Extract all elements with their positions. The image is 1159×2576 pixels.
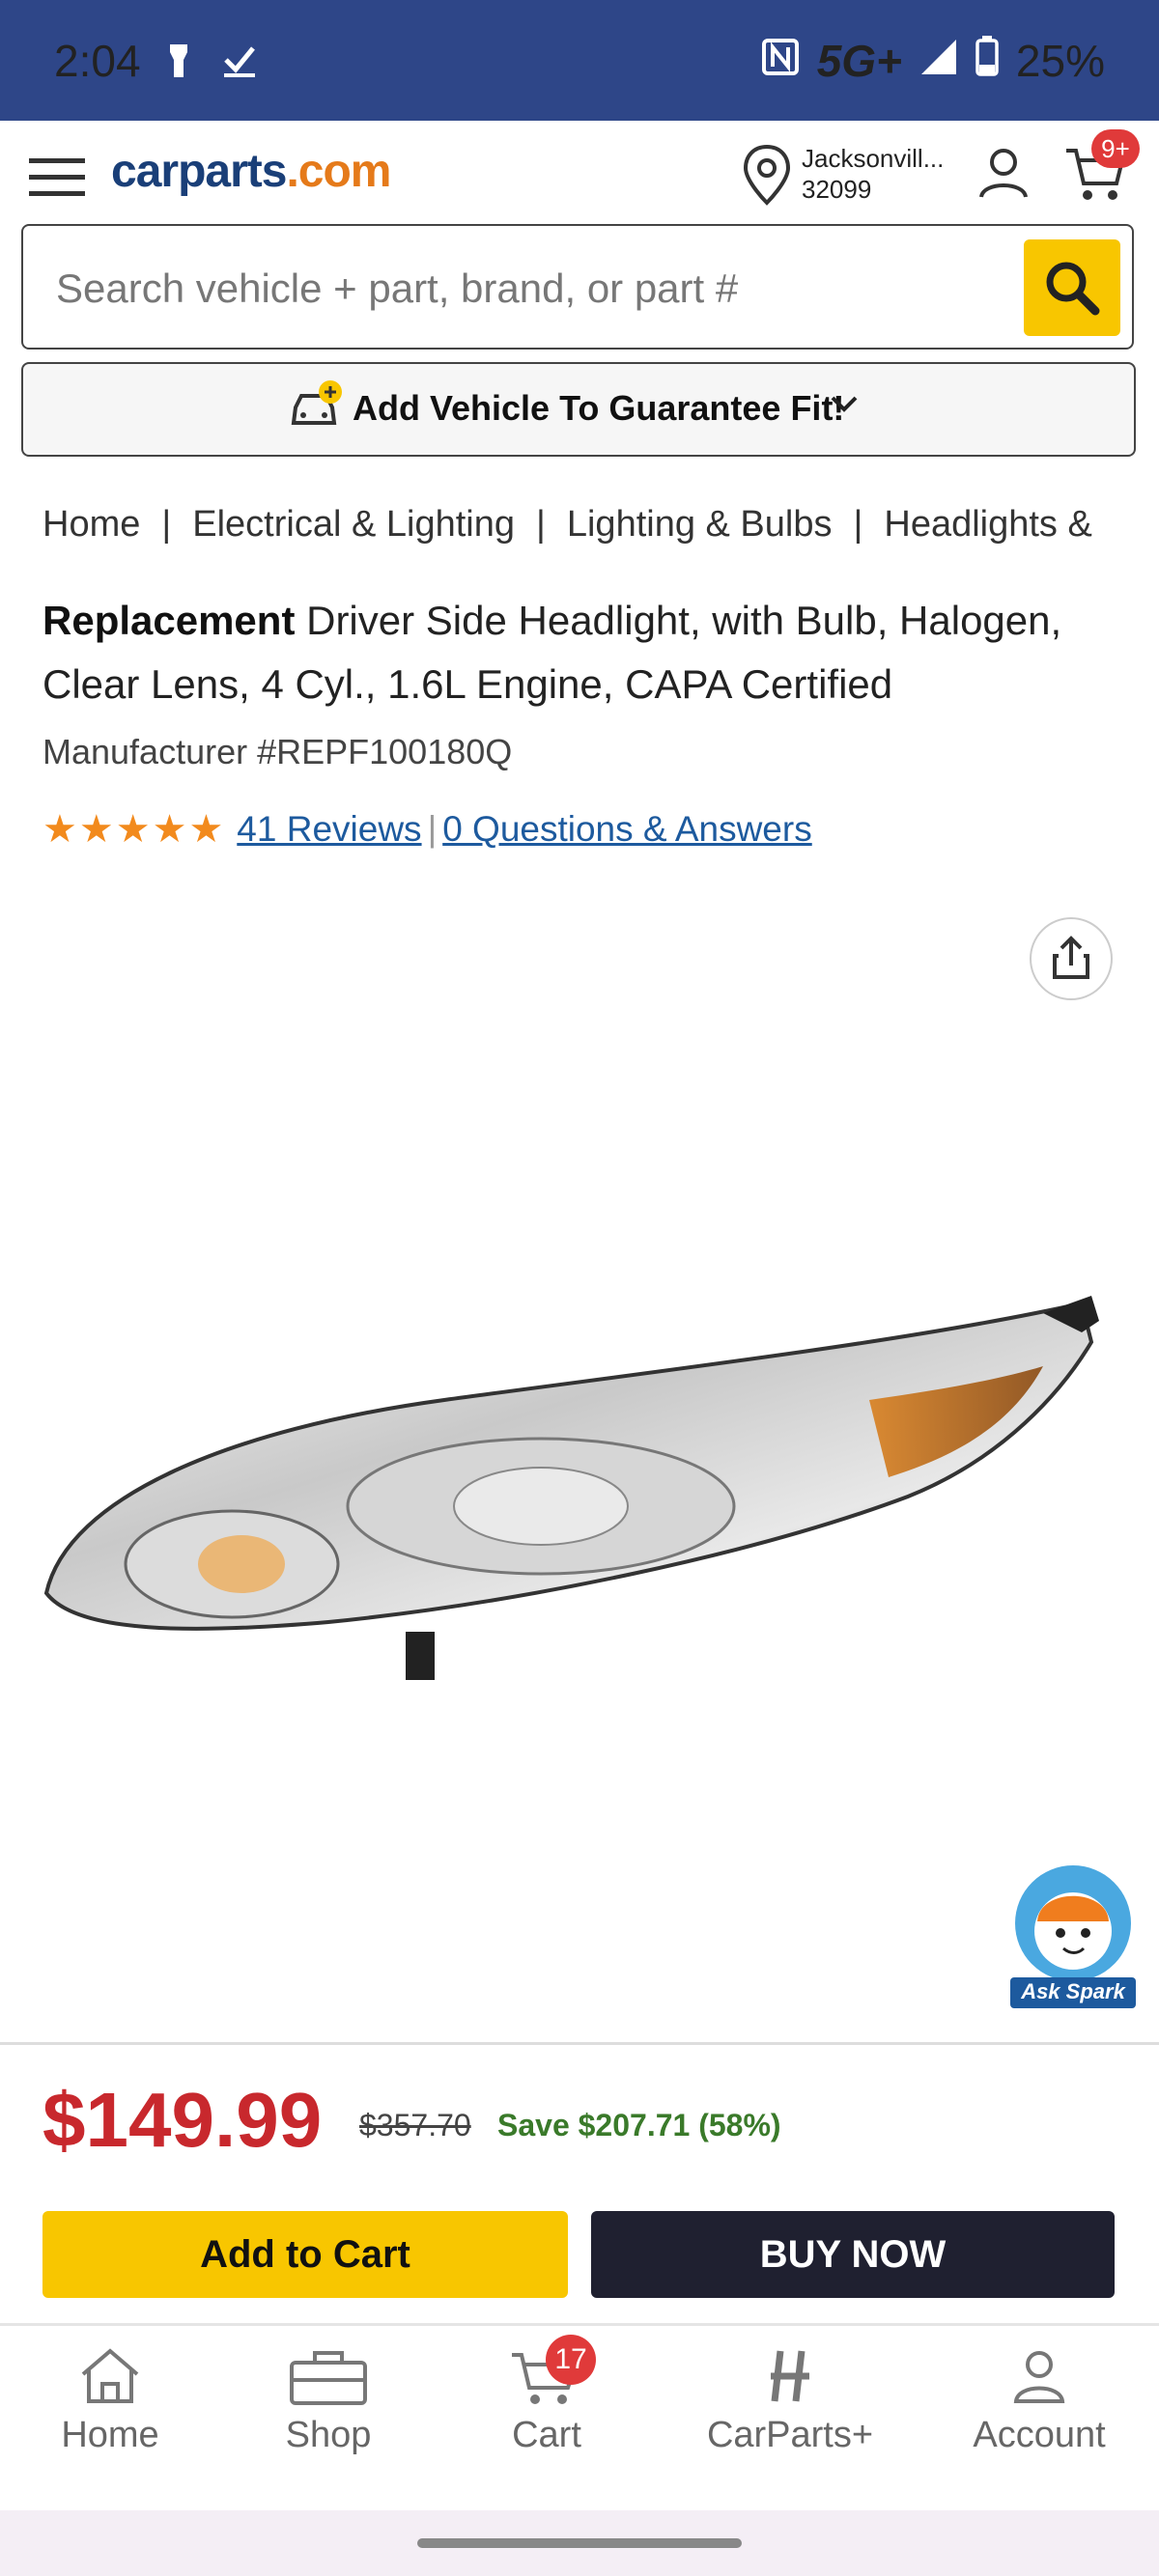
buy-now-button[interactable]: BUY NOW bbox=[591, 2211, 1115, 2298]
product-brand: Replacement bbox=[42, 598, 296, 643]
logo-suffix: .com bbox=[286, 146, 391, 197]
nav-account-label: Account bbox=[973, 2415, 1106, 2455]
gesture-handle[interactable] bbox=[417, 2538, 742, 2548]
nav-home[interactable]: Home bbox=[14, 2341, 207, 2486]
nav-cart-badge: 17 bbox=[546, 2335, 596, 2385]
reviews-separator: | bbox=[427, 809, 438, 849]
product-image[interactable] bbox=[39, 1274, 1111, 1748]
logo-main: carparts bbox=[111, 146, 287, 197]
network-type: 5G+ bbox=[816, 36, 902, 86]
ask-spark-button[interactable]: Ask Spark bbox=[1010, 1863, 1136, 2008]
nav-carparts-plus-label: CarParts+ bbox=[706, 2415, 874, 2455]
battery-icon bbox=[975, 35, 999, 87]
breadcrumb-lighting-bulbs[interactable]: Lighting & Bulbs bbox=[567, 504, 833, 545]
breadcrumb: Home | Electrical & Lighting | Lighting & Bu… bbox=[42, 504, 1092, 545]
reviews-row: ★★★★★ 41 Reviews | 0 Questions & Answers bbox=[42, 807, 812, 852]
location-pin-icon[interactable] bbox=[740, 143, 794, 211]
user-account-icon[interactable] bbox=[975, 145, 1032, 206]
nav-shop-label: Shop bbox=[285, 2415, 372, 2455]
breadcrumb-home[interactable]: Home bbox=[42, 504, 140, 545]
search-input[interactable] bbox=[54, 259, 1004, 319]
search-icon bbox=[1046, 262, 1100, 316]
product-title: Replacement Driver Side Headlight, with … bbox=[42, 589, 1124, 716]
hamburger-menu-icon[interactable] bbox=[27, 154, 89, 206]
sale-price: $149.99 bbox=[42, 2077, 323, 2163]
search-button[interactable] bbox=[1024, 239, 1120, 336]
vehicle-add-icon bbox=[290, 378, 346, 439]
nav-home-label: Home bbox=[61, 2415, 159, 2455]
chevron-down-icon bbox=[829, 394, 860, 420]
location-zip: 32099 bbox=[802, 175, 872, 204]
ask-spark-label: Ask Spark bbox=[1021, 1979, 1125, 2003]
nfc-icon bbox=[761, 35, 800, 87]
flashlight-icon bbox=[164, 42, 193, 84]
battery-percent: 25% bbox=[1015, 36, 1105, 86]
nav-carparts-plus[interactable]: CarParts+ bbox=[693, 2341, 887, 2486]
price-divider bbox=[0, 2042, 1159, 2045]
carparts-plus-icon bbox=[771, 2350, 809, 2402]
add-vehicle-label: Add Vehicle To Guarantee Fit! bbox=[353, 388, 845, 428]
status-time: 2:04 bbox=[54, 36, 141, 86]
breadcrumb-electrical-lighting[interactable]: Electrical & Lighting bbox=[192, 504, 515, 545]
share-icon bbox=[1053, 936, 1089, 979]
qa-link[interactable]: 0 Questions & Answers bbox=[442, 809, 812, 850]
check-icon bbox=[220, 42, 259, 84]
header-cart-badge: 9+ bbox=[1091, 129, 1140, 168]
savings-text: Save $207.71 (58%) bbox=[497, 2108, 781, 2142]
share-button[interactable] bbox=[1030, 917, 1113, 1000]
star-rating: ★★★★★ bbox=[42, 808, 226, 851]
add-to-cart-button[interactable]: Add to Cart bbox=[42, 2211, 568, 2298]
original-price: $357.70 bbox=[359, 2108, 471, 2142]
manufacturer-number: Manufacturer #REPF100180Q bbox=[42, 732, 513, 771]
location-display[interactable]: Jacksonvill... 32099 bbox=[802, 143, 944, 205]
reviews-link[interactable]: 41 Reviews bbox=[237, 809, 421, 850]
toolbox-icon bbox=[290, 2351, 367, 2405]
location-city: Jacksonvill... bbox=[802, 144, 945, 173]
nav-shop[interactable]: Shop bbox=[232, 2341, 425, 2486]
breadcrumb-headlights[interactable]: Headlights & bbox=[884, 504, 1091, 545]
site-logo[interactable]: carparts.com bbox=[111, 145, 391, 198]
nav-cart-label: Cart bbox=[512, 2415, 581, 2455]
nav-account[interactable]: Account bbox=[943, 2341, 1136, 2486]
status-right: 5G+ 25% bbox=[761, 35, 1105, 87]
home-icon bbox=[81, 2348, 139, 2403]
account-icon bbox=[1013, 2351, 1065, 2403]
signal-icon bbox=[919, 35, 958, 87]
